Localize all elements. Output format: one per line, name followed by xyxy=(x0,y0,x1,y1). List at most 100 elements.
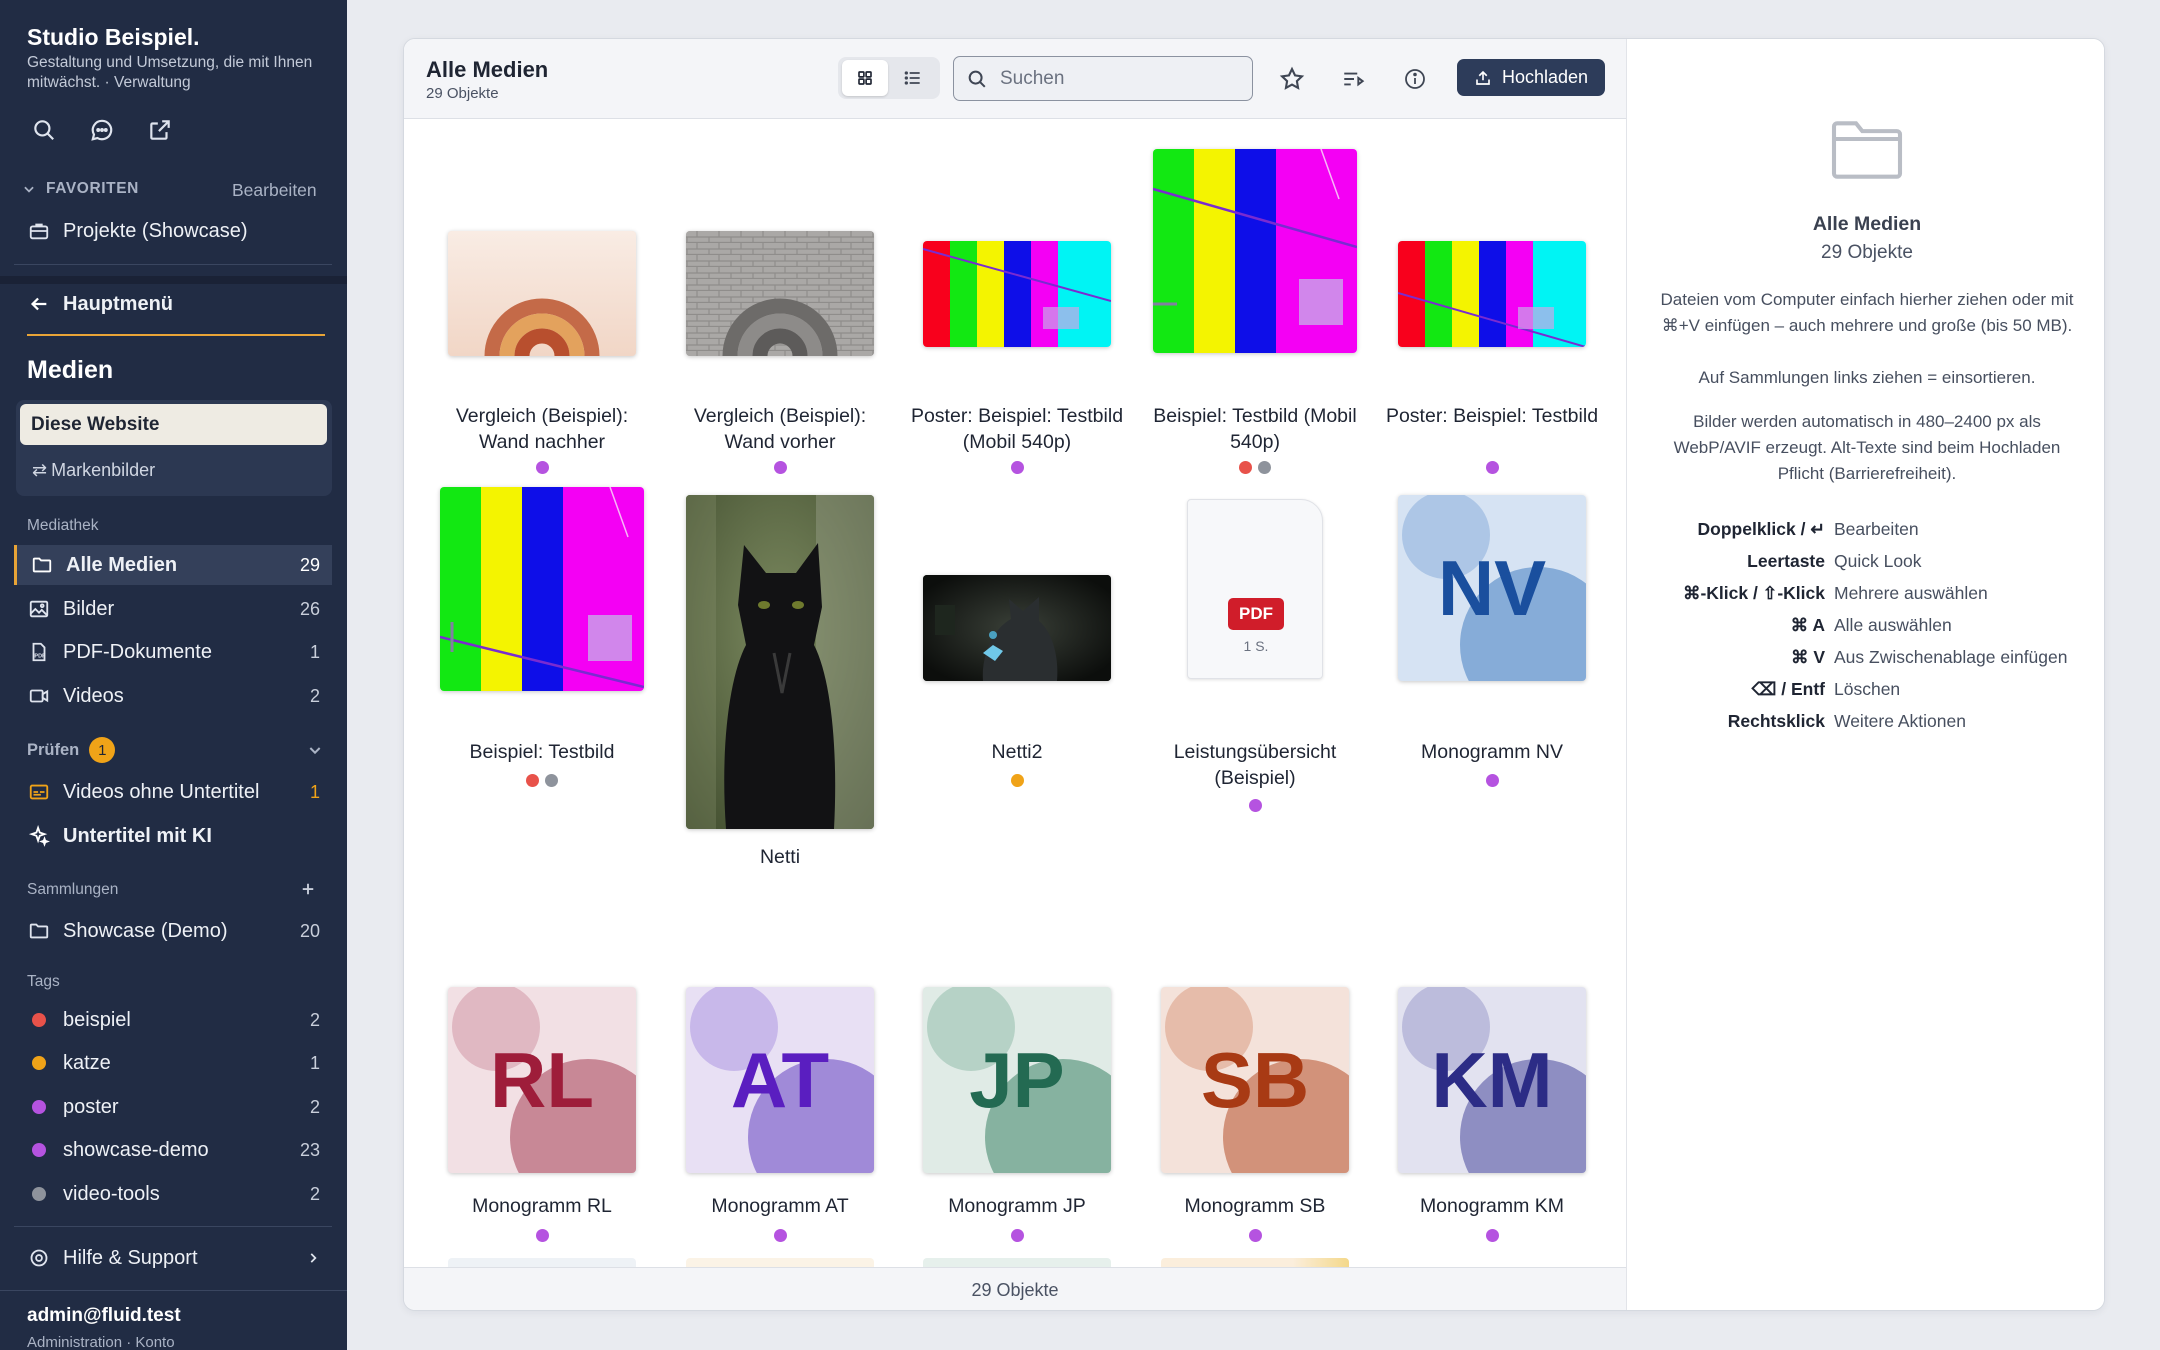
list-icon xyxy=(903,68,923,88)
media-item[interactable]: Beispiel: Testbild xyxy=(432,469,652,889)
shortcut-action: Weitere Aktionen xyxy=(1834,711,1966,731)
search-icon[interactable] xyxy=(26,112,62,148)
chat-icon[interactable] xyxy=(84,112,120,148)
favorite-item-projects[interactable]: Projekte (Showcase) xyxy=(14,211,332,251)
sidebar-item-ai-subtitles[interactable]: Untertitel mit KI xyxy=(14,816,332,856)
media-item[interactable]: SB Monogramm SB xyxy=(1145,919,1365,1259)
swap-icon: ⇄ xyxy=(32,459,48,480)
external-link-icon[interactable] xyxy=(142,112,178,148)
info-collections-hint: Auf Sammlungen links ziehen = einsortier… xyxy=(1698,368,2036,387)
upload-label: Hochladen xyxy=(1501,67,1589,87)
shortcut-key: ⌫ / Entf xyxy=(1751,679,1825,699)
list-view-button[interactable] xyxy=(890,60,936,96)
info-button[interactable] xyxy=(1397,61,1433,97)
media-caption: Poster: Beispiel: Testbild (Mobil 540p) xyxy=(910,405,1124,453)
item-count: 29 Objekte xyxy=(426,85,499,102)
thumbnail-partial xyxy=(448,1258,636,1267)
scope-brand-images[interactable]: ⇄ Markenbilder xyxy=(32,455,155,485)
tag-color-dot xyxy=(32,1056,46,1070)
monogram-initials: NV xyxy=(1437,543,1547,632)
sidebar-tag-item[interactable]: video-tools 2 xyxy=(14,1174,332,1214)
favorite-star-button[interactable] xyxy=(1274,61,1310,97)
search-input[interactable]: Suchen xyxy=(953,56,1253,101)
help-support-link[interactable]: Hilfe & Support xyxy=(14,1238,332,1278)
divider xyxy=(14,264,332,265)
media-item[interactable]: Poster: Beispiel: Testbild (Mobil 540p) xyxy=(907,119,1127,474)
thumbnail xyxy=(1398,241,1586,347)
scope-this-website[interactable]: Diese Website xyxy=(20,404,327,445)
sidebar-tag-item[interactable]: poster 2 xyxy=(14,1087,332,1127)
sidebar-item-all-media[interactable]: Alle Medien 29 xyxy=(14,545,332,585)
media-item[interactable]: RL Monogramm RL xyxy=(432,919,652,1259)
media-item[interactable]: PDF 1 S. Leistungsübersicht (Beispiel) xyxy=(1145,469,1365,889)
monogram-thumbnail: JP xyxy=(923,987,1111,1173)
tag-count: 2 xyxy=(309,1096,320,1117)
media-grid-pane: Alle Medien 29 Objekte Suchen Hochladen … xyxy=(404,39,1626,1310)
grid-view-button[interactable] xyxy=(842,60,888,96)
media-item[interactable]: KM Monogramm KM xyxy=(1382,919,1602,1259)
review-section-header[interactable]: Prüfen 1 xyxy=(27,737,327,763)
arrow-left-icon xyxy=(27,292,51,316)
shortcut-key: Rechtsklick xyxy=(1727,711,1825,731)
sidebar-item-images[interactable]: Bilder 26 xyxy=(14,589,332,629)
sidebar-item-videos-without-subtitles[interactable]: Videos ohne Untertitel 1 xyxy=(14,772,332,812)
info-panel: Alle Medien 29 Objekte Dateien vom Compu… xyxy=(1626,39,2104,1310)
sidebar-item-count: 1 xyxy=(309,641,320,662)
upload-button[interactable]: Hochladen xyxy=(1457,59,1605,96)
media-item[interactable]: NV Monogramm NV xyxy=(1382,469,1602,889)
divider xyxy=(0,276,347,284)
thumbnail-partial xyxy=(686,1258,874,1267)
briefcase-icon xyxy=(27,219,51,243)
sidebar-item-collection-showcase[interactable]: Showcase (Demo) 20 xyxy=(14,911,332,951)
favorites-edit-link[interactable]: Bearbeiten xyxy=(232,180,317,201)
svg-text:PDF: PDF xyxy=(34,654,46,660)
thumbnail xyxy=(686,231,874,356)
section-title: Medien xyxy=(27,356,114,384)
sidebar: Studio Beispiel. Gestaltung und Umsetzun… xyxy=(0,0,347,1350)
media-item[interactable]: Vergleich (Beispiel): Wand vorher xyxy=(670,119,890,474)
tag-label: beispiel xyxy=(63,1008,131,1031)
sidebar-tag-item[interactable]: showcase-demo 23 xyxy=(14,1130,332,1170)
add-collection-plus-icon[interactable] xyxy=(296,877,320,901)
info-image-hint: Bilder werden automatisch in 480–2400 px… xyxy=(1673,412,2061,483)
user-account-sub[interactable]: Administration · Konto xyxy=(27,1334,175,1350)
page-title: Alle Medien xyxy=(426,57,549,82)
media-item[interactable]: AT Monogramm AT xyxy=(670,919,890,1259)
upload-icon xyxy=(1474,69,1502,87)
media-item[interactable]: Vergleich (Beispiel): Wand nachher xyxy=(432,119,652,474)
sidebar-item-pdf-documents[interactable]: PDF PDF-Dokumente 1 xyxy=(14,632,332,672)
favorite-item-label: Projekte (Showcase) xyxy=(63,219,248,242)
sidebar-tag-item[interactable]: beispiel 2 xyxy=(14,1000,332,1040)
folder-icon xyxy=(1829,117,1905,183)
media-caption: Beispiel: Testbild (Mobil 540p) xyxy=(1153,405,1357,453)
sparkle-icon xyxy=(27,824,51,848)
monogram-thumbnail: NV xyxy=(1398,495,1586,681)
sort-button[interactable] xyxy=(1336,61,1372,97)
shortcut-row: ⌘ V Aus Zwischenablage einfügen xyxy=(1627,647,2104,673)
scope-brand-images-label: Markenbilder xyxy=(51,459,156,480)
media-item[interactable]: JP Monogramm JP xyxy=(907,919,1127,1259)
shortcut-action: Bearbeiten xyxy=(1834,519,1919,539)
search-icon xyxy=(966,68,988,90)
tag-dot xyxy=(535,1229,549,1242)
tag-color-dot xyxy=(32,1013,46,1027)
chevron-down-icon xyxy=(307,742,323,758)
favorites-header[interactable]: FAVORITEN xyxy=(22,180,139,198)
shortcut-row: Leertaste Quick Look xyxy=(1627,551,2104,577)
media-item[interactable]: Beispiel: Testbild (Mobil 540p) xyxy=(1145,119,1365,474)
media-item[interactable]: Netti xyxy=(670,469,890,889)
media-caption: Netti xyxy=(759,846,801,868)
media-item[interactable]: Poster: Beispiel: Testbild xyxy=(1382,119,1602,474)
sidebar-tag-item[interactable]: katze 1 xyxy=(14,1043,332,1083)
sidebar-item-label: Videos xyxy=(63,684,124,707)
tag-color-dot xyxy=(32,1187,46,1201)
monogram-thumbnail: RL xyxy=(448,987,636,1173)
back-to-main-menu[interactable]: Hauptmenü xyxy=(14,284,332,324)
pdf-thumbnail: PDF 1 S. xyxy=(1187,499,1323,679)
collections-label: Sammlungen xyxy=(27,881,119,898)
user-email[interactable]: admin@fluid.test xyxy=(27,1305,181,1327)
sidebar-item-count: 2 xyxy=(309,685,320,706)
media-caption: Monogramm AT xyxy=(711,1195,849,1217)
media-item[interactable]: Netti2 xyxy=(907,469,1127,889)
sidebar-item-videos[interactable]: Videos 2 xyxy=(14,676,332,716)
